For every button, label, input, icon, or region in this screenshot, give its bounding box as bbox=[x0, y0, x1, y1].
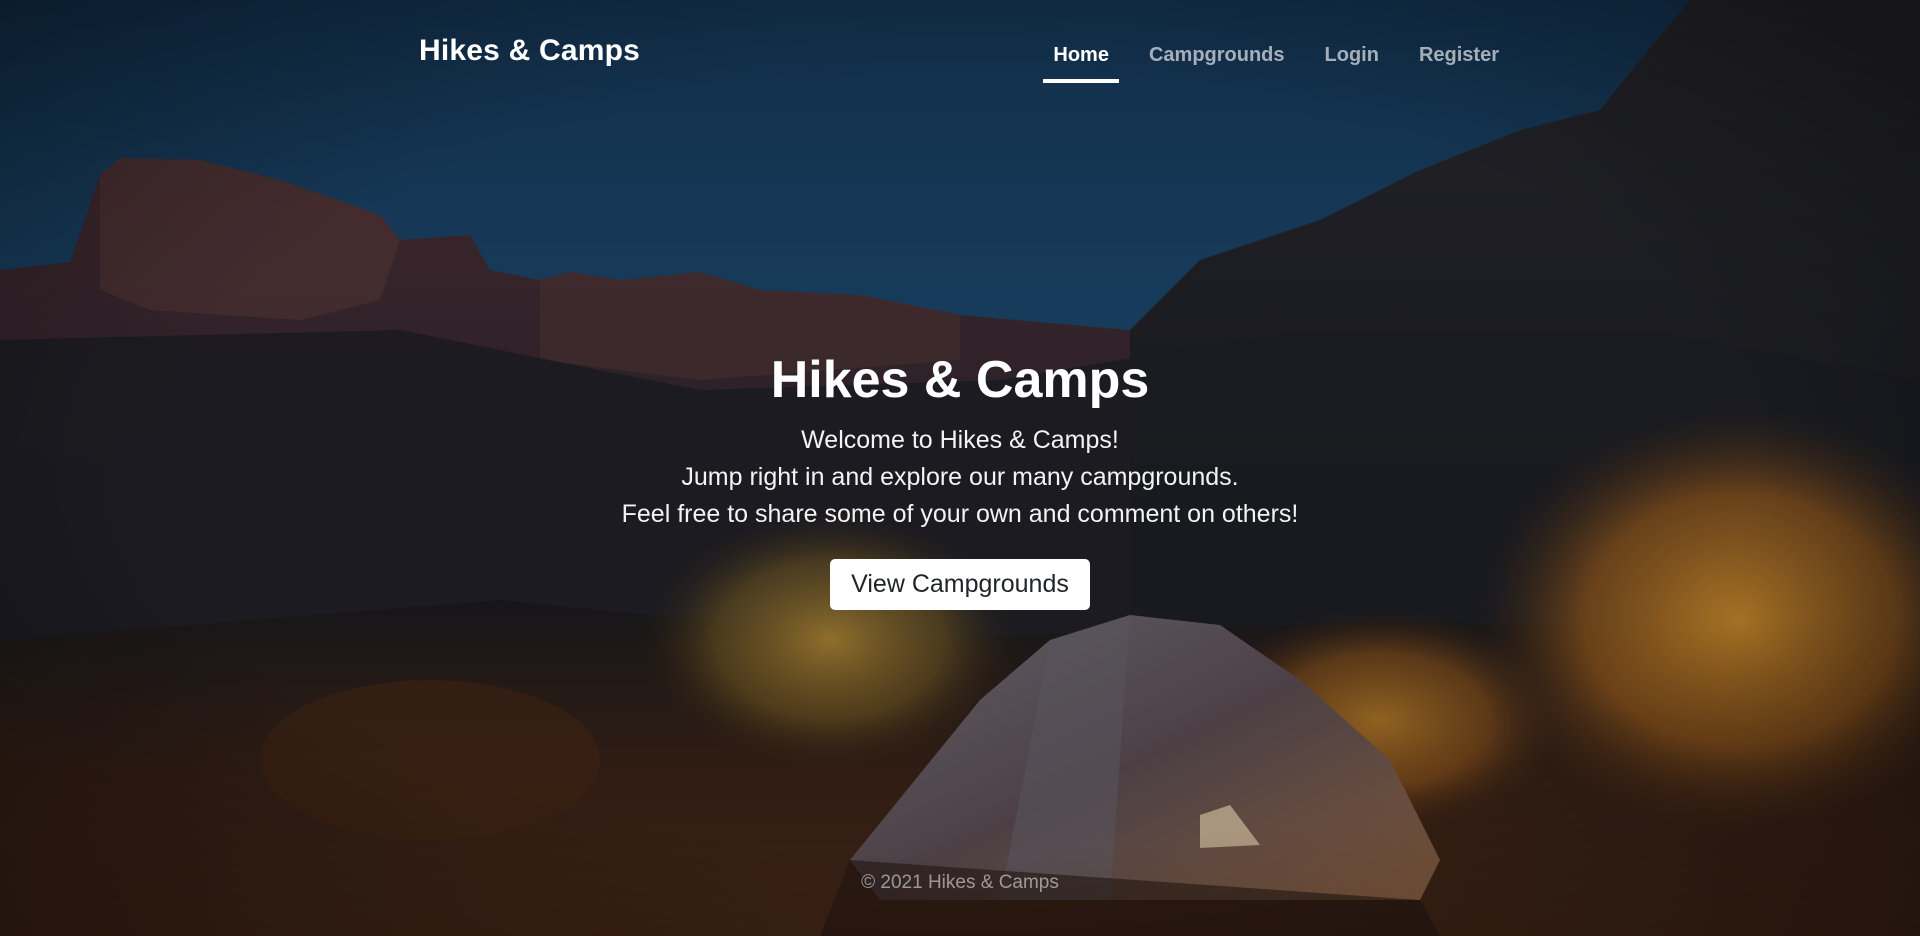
site-header: Hikes & Camps Home Campgrounds Login Reg… bbox=[0, 0, 1920, 110]
landing-page: Hikes & Camps Home Campgrounds Login Reg… bbox=[0, 0, 1920, 936]
main-nav: Home Campgrounds Login Register bbox=[1023, 40, 1509, 83]
brand-logo-link[interactable]: Hikes & Camps bbox=[419, 34, 640, 68]
hero-explore-text: Jump right in and explore our many campg… bbox=[681, 463, 1239, 491]
nav-register-link[interactable]: Register bbox=[1409, 40, 1509, 83]
hero-section: Hikes & Camps Welcome to Hikes & Camps! … bbox=[0, 348, 1920, 610]
site-footer: © 2021 Hikes & Camps bbox=[0, 872, 1920, 894]
view-campgrounds-button[interactable]: View Campgrounds bbox=[830, 559, 1090, 610]
hero-share-text: Feel free to share some of your own and … bbox=[621, 500, 1299, 528]
nav-home-link[interactable]: Home bbox=[1043, 40, 1119, 83]
nav-campgrounds-link[interactable]: Campgrounds bbox=[1139, 40, 1295, 83]
nav-login-link[interactable]: Login bbox=[1315, 40, 1389, 83]
footer-copyright: © 2021 Hikes & Camps bbox=[861, 872, 1059, 893]
hero-title: Hikes & Camps bbox=[770, 351, 1150, 409]
hero-welcome-text: Welcome to Hikes & Camps! bbox=[801, 426, 1119, 454]
